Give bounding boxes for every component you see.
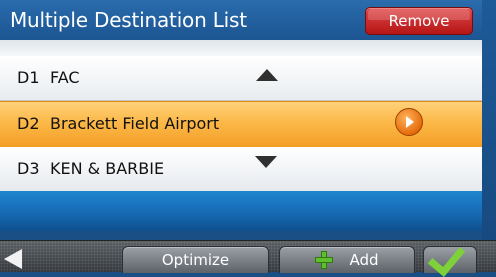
destination-code: D3 (17, 159, 40, 178)
destination-name: FAC (50, 68, 80, 87)
list-top-band (0, 40, 482, 56)
add-button[interactable]: Add (279, 246, 415, 273)
add-button-label: Add (349, 251, 379, 269)
side-strip (482, 0, 496, 240)
optimize-button[interactable]: Optimize (122, 246, 269, 273)
destination-label: D1 FAC (17, 68, 80, 87)
page-title: Multiple Destination List (10, 8, 247, 32)
confirm-button[interactable] (423, 238, 477, 277)
checkmark-icon (427, 238, 466, 277)
destination-label: D3 KEN & BARBIE (17, 159, 164, 178)
destination-row-d1[interactable]: D1 FAC (0, 56, 482, 101)
back-arrow-icon[interactable] (4, 249, 22, 269)
remove-button[interactable]: Remove (365, 7, 473, 35)
header-bar: Multiple Destination List Remove (0, 0, 496, 40)
destination-code: D1 (17, 68, 40, 87)
destination-name: KEN & BARBIE (50, 159, 165, 178)
list-bottom-band (0, 191, 482, 231)
detail-arrow-icon[interactable] (395, 108, 423, 136)
bottom-toolbar: Optimize Add (0, 238, 496, 277)
destination-name: Brackett Field Airport (50, 114, 220, 133)
destination-label: D2 Brackett Field Airport (17, 114, 219, 133)
scroll-up-icon[interactable] (256, 69, 278, 81)
scroll-down-icon[interactable] (255, 156, 277, 168)
destination-row-d3[interactable]: D3 KEN & BARBIE (0, 147, 482, 191)
destination-code: D2 (17, 114, 40, 133)
plus-icon (315, 251, 334, 269)
